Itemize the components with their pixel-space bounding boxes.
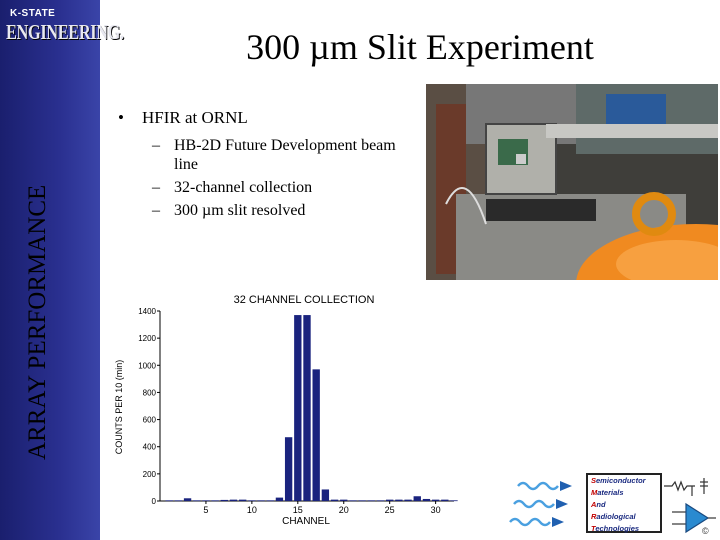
chart-y-axis-label: COUNTS PER 10 (min) (114, 360, 124, 455)
chart-svg: 32 CHANNEL COLLECTION COUNTS PER 10 (min… (114, 294, 458, 527)
bullet-dot: • (118, 108, 124, 127)
chart-y-tick-label: 200 (143, 470, 157, 479)
chart-title: 32 CHANNEL COLLECTION (234, 294, 375, 306)
kstate-engineering-logo: K-STATE ENGINEERING. (6, 8, 124, 58)
subbullet-item: – HB-2D Future Development beam line (118, 136, 418, 174)
chart-bar (165, 500, 173, 502)
chart-bar (266, 500, 274, 502)
chart-bar (174, 500, 183, 502)
chart-x-ticks: 5 10 15 20 25 30 (203, 501, 441, 515)
chart-y-tick-label: 1000 (138, 361, 156, 370)
wave-arrows-icon (509, 481, 572, 527)
bullet-list: • HFIR at ORNL – HB-2D Future Developmen… (118, 108, 418, 224)
chart-bar (431, 499, 440, 501)
chart-x-tick-label: 5 (203, 505, 208, 515)
chart-y-ticks: 0 200 400 600 800 1000 1200 1400 (138, 307, 160, 506)
chart-x-tick-label: 10 (247, 505, 257, 515)
chart-bar (193, 500, 201, 502)
experiment-photo (426, 84, 718, 280)
smrt-line: Materials (591, 487, 660, 499)
chart-bar (386, 499, 394, 501)
bullet-text: HFIR at ORNL (142, 108, 248, 127)
chart-bar (275, 497, 284, 501)
subbullet-dash: – (152, 179, 160, 196)
chart-bars (165, 315, 458, 502)
chart-bar (303, 315, 311, 501)
smrt-line: Radiological (591, 511, 660, 523)
chart-y-tick-label: 0 (152, 497, 157, 506)
smrt-rest: aterials (597, 488, 624, 497)
logo-kstate-text: K-STATE (10, 8, 56, 19)
chart-bar (312, 369, 320, 501)
subbullet-text: 32-channel collection (174, 179, 313, 196)
chart-bar (441, 499, 449, 501)
chart-x-axis-label: CHANNEL (282, 516, 330, 527)
chart-bar (404, 499, 412, 501)
chart-bar (257, 500, 265, 502)
subbullet-item: – 32-channel collection (118, 178, 418, 197)
smrt-rest: emiconductor (596, 476, 646, 485)
chart-bar (358, 500, 366, 502)
smrt-line: Technologies (591, 523, 660, 535)
chart-x-tick-label: 15 (293, 505, 303, 515)
chart-bar (395, 499, 403, 501)
chart-bar (349, 500, 357, 502)
smrt-logo: Semiconductor Materials And Radiological… (500, 470, 720, 540)
channel-collection-chart: 32 CHANNEL COLLECTION COUNTS PER 10 (min… (108, 287, 492, 527)
slide-title: 300 µm Slit Experiment (246, 27, 594, 67)
chart-bar (413, 496, 421, 501)
chart-bar (239, 499, 247, 501)
experiment-photo-drawing (426, 84, 718, 280)
chart-bar (229, 499, 238, 501)
subbullet-text: 300 µm slit resolved (174, 202, 306, 219)
chart-x-tick-label: 30 (431, 505, 441, 515)
chart-bar (183, 498, 192, 501)
vertical-section-title: ARRAY PERFORMANCE (24, 184, 51, 460)
chart-bar (294, 315, 302, 501)
smrt-rest: echnologies (595, 524, 640, 533)
copyright-symbol: © (702, 526, 709, 536)
smrt-rest: nd (596, 500, 606, 509)
chart-y-tick-label: 800 (143, 388, 157, 397)
circuit-amplifier-icon (664, 478, 716, 534)
chart-y-tick-label: 1200 (138, 334, 156, 343)
chart-x-tick-label: 25 (385, 505, 395, 515)
chart-y-tick-label: 400 (143, 443, 157, 452)
subbullet-dash: – (152, 137, 160, 154)
smrt-line: Semiconductor (591, 475, 660, 487)
logo-engineering-text: ENGINEERING. (6, 20, 124, 44)
subbullet-dash: – (152, 202, 160, 219)
chart-bar (340, 499, 348, 501)
bullet-item: • HFIR at ORNL (118, 108, 418, 128)
chart-bar (321, 489, 330, 501)
smrt-line: And (591, 499, 660, 511)
chart-bar (367, 500, 375, 502)
chart-bar (220, 499, 228, 501)
chart-bar (330, 499, 339, 501)
chart-y-tick-label: 600 (143, 416, 157, 425)
chart-x-tick-label: 20 (339, 505, 349, 515)
chart-bar (376, 500, 385, 502)
subbullet-item: – 300 µm slit resolved (118, 201, 418, 220)
chart-bar (422, 498, 431, 501)
chart-y-tick-label: 1400 (138, 307, 156, 316)
smrt-rest: adiological (596, 512, 636, 521)
smrt-text-box: Semiconductor Materials And Radiological… (586, 473, 662, 533)
chart-bar (284, 437, 293, 501)
chart-bar (211, 500, 219, 502)
subbullet-text: HB-2D Future Development beam line (174, 137, 396, 173)
chart-bar (450, 500, 458, 502)
